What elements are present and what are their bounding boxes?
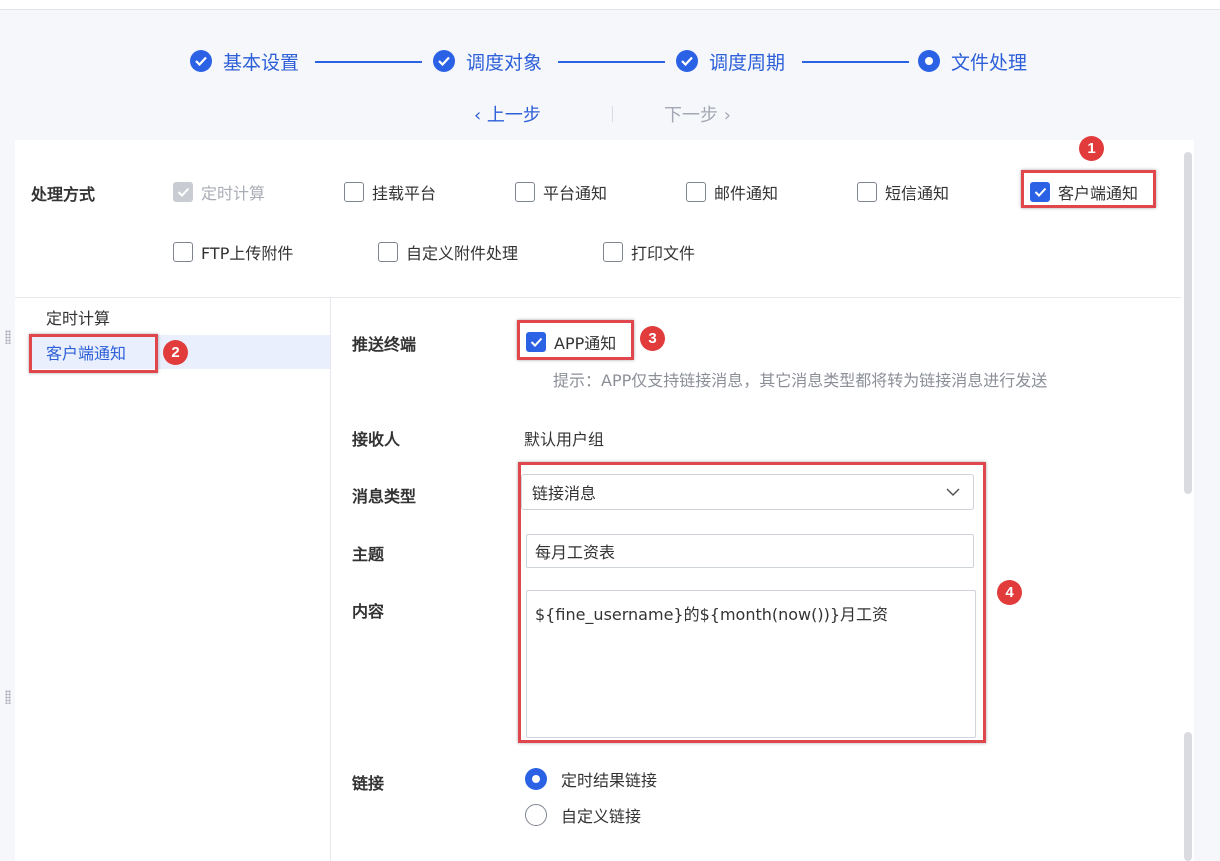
checkbox-email-notify[interactable]: 邮件通知 [686,180,778,204]
sidenav-item-timed-calc[interactable]: 定时计算 [30,300,330,334]
checkbox-print-file[interactable]: 打印文件 [603,240,695,264]
checkbox-sms-notify[interactable]: 短信通知 [857,180,949,204]
push-terminal-label: 推送终端 [352,335,417,354]
app-hint-text: 提示：APP仅支持链接消息，其它消息类型都将转为链接消息进行发送 [553,371,1048,390]
annotation-box-1 [1021,170,1156,208]
radio-selected-icon [525,768,547,790]
checkbox-ftp-upload[interactable]: FTP上传附件 [173,240,293,264]
prev-step-button[interactable]: ‹ 上一步 [474,101,541,127]
annotation-badge-4: 4 [997,580,1022,605]
checkbox-timed-calc: 定时计算 [173,180,265,204]
checkbox-mount-platform[interactable]: 挂载平台 [344,180,436,204]
step-label: 基本设置 [223,51,300,74]
subject-label: 主题 [352,545,385,564]
drag-handle-icon[interactable] [5,690,11,704]
current-step-icon [918,50,940,72]
recipient-label: 接收人 [352,430,401,449]
annotation-box-4 [518,462,986,743]
check-icon [173,182,193,202]
check-circle-icon [190,50,212,72]
checkbox-custom-attachment[interactable]: 自定义附件处理 [378,240,518,264]
step-label: 调度周期 [709,51,786,74]
annotation-badge-1: 1 [1079,136,1104,161]
radio-empty-icon [525,804,547,826]
drag-handle-icon[interactable] [5,330,11,344]
top-bar [0,0,1220,10]
message-type-label: 消息类型 [352,487,417,506]
step-schedule-object[interactable]: 调度对象 [433,47,542,75]
step-label: 调度对象 [466,51,543,74]
nav-separator [612,106,613,122]
scrollbar-thumb-lower[interactable] [1184,732,1192,861]
next-step-button[interactable]: 下一步 › [664,101,731,127]
check-circle-icon [676,50,698,72]
processing-label: 处理方式 [31,185,96,204]
annotation-box-3 [517,320,634,360]
step-connector [802,61,909,63]
step-connector [558,61,665,63]
recipient-value: 默认用户组 [524,430,605,449]
section-divider [15,297,1181,298]
annotation-badge-2: 2 [163,340,188,365]
annotation-badge-3: 3 [640,326,665,351]
column-divider [330,298,331,861]
scrollbar-thumb-upper[interactable] [1184,152,1192,494]
check-circle-icon [433,50,455,72]
link-label: 链接 [352,774,385,793]
radio-timed-result-link[interactable]: 定时结果链接 [525,767,657,791]
step-basic-settings[interactable]: 基本设置 [190,47,299,75]
step-schedule-period[interactable]: 调度周期 [676,47,785,75]
step-label: 文件处理 [951,51,1028,74]
step-file-processing[interactable]: 文件处理 [918,47,1027,75]
radio-custom-link[interactable]: 自定义链接 [525,803,641,827]
annotation-box-2 [29,334,158,373]
content-label: 内容 [352,602,385,621]
step-connector [315,61,422,63]
checkbox-platform-notify[interactable]: 平台通知 [515,180,607,204]
